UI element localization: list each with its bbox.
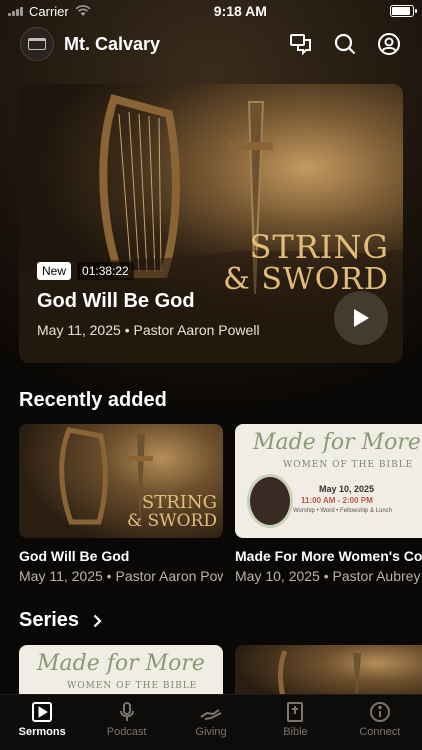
- tab-bible[interactable]: Bible: [253, 695, 337, 750]
- recent-item-subtitle: May 10, 2025 • Pastor Aubrey: [235, 568, 421, 584]
- bible-icon: [287, 702, 304, 722]
- tab-podcast[interactable]: Podcast: [84, 695, 168, 750]
- tab-connect[interactable]: Connect: [338, 695, 422, 750]
- search-icon: [334, 33, 356, 55]
- search-button[interactable]: [332, 31, 358, 57]
- tab-giving[interactable]: Giving: [169, 695, 253, 750]
- clock: 9:18 AM: [213, 3, 267, 19]
- tab-bar: Sermons Podcast Giving Bible Connect: [0, 694, 422, 750]
- recent-item-subtitle: May 11, 2025 • Pastor Aaron Powell: [19, 568, 223, 584]
- giving-hand-icon: [200, 709, 222, 720]
- status-bar: Carrier 9:18 AM: [0, 0, 422, 22]
- profile-icon: [378, 33, 400, 55]
- battery-icon: [390, 5, 417, 17]
- signal-icon: [8, 6, 23, 16]
- event-thumbnail: Made for More WOMEN OF THE BIBLE May 10,…: [235, 424, 422, 538]
- duration-badge: 01:38:22: [77, 262, 134, 280]
- play-icon: [354, 309, 369, 327]
- play-button[interactable]: [334, 291, 388, 345]
- speaker-photo: [247, 474, 293, 528]
- recently-added-heading: Recently added: [19, 389, 167, 411]
- series-heading[interactable]: Series: [19, 609, 102, 632]
- church-name: Mt. Calvary: [64, 33, 161, 54]
- recent-item[interactable]: Made for More WOMEN OF THE BIBLE May 10,…: [235, 424, 422, 584]
- church-logo[interactable]: [20, 27, 54, 61]
- recent-item-title: God Will Be God: [19, 548, 130, 564]
- sermon-thumbnail: STRING & SWORD: [19, 424, 223, 538]
- recent-item[interactable]: STRING & SWORD God Will Be God May 11, 20…: [19, 424, 223, 584]
- series-artwork-title: STRING & SWORD: [223, 228, 389, 297]
- featured-sermon-card[interactable]: STRING & SWORD New 01:38:22 God Will Be …: [19, 84, 403, 363]
- profile-button[interactable]: [376, 31, 402, 57]
- sermon-meta: May 11, 2025 • Pastor Aaron Powell: [37, 322, 260, 338]
- sermon-title: God Will Be God: [37, 290, 195, 312]
- chevron-right-icon: [93, 614, 102, 627]
- info-icon: [369, 702, 390, 722]
- play-square-icon: [32, 702, 53, 722]
- tab-sermons[interactable]: Sermons: [0, 695, 84, 750]
- chat-button[interactable]: [288, 31, 314, 57]
- recent-item-title: Made For More Women's Conference: [235, 548, 422, 564]
- chat-icon: [290, 34, 311, 55]
- microphone-icon: [119, 702, 134, 721]
- carrier-label: Carrier: [29, 3, 69, 19]
- app-header: Mt. Calvary: [20, 26, 402, 62]
- wifi-icon: [75, 5, 91, 16]
- new-badge: New: [37, 262, 72, 280]
